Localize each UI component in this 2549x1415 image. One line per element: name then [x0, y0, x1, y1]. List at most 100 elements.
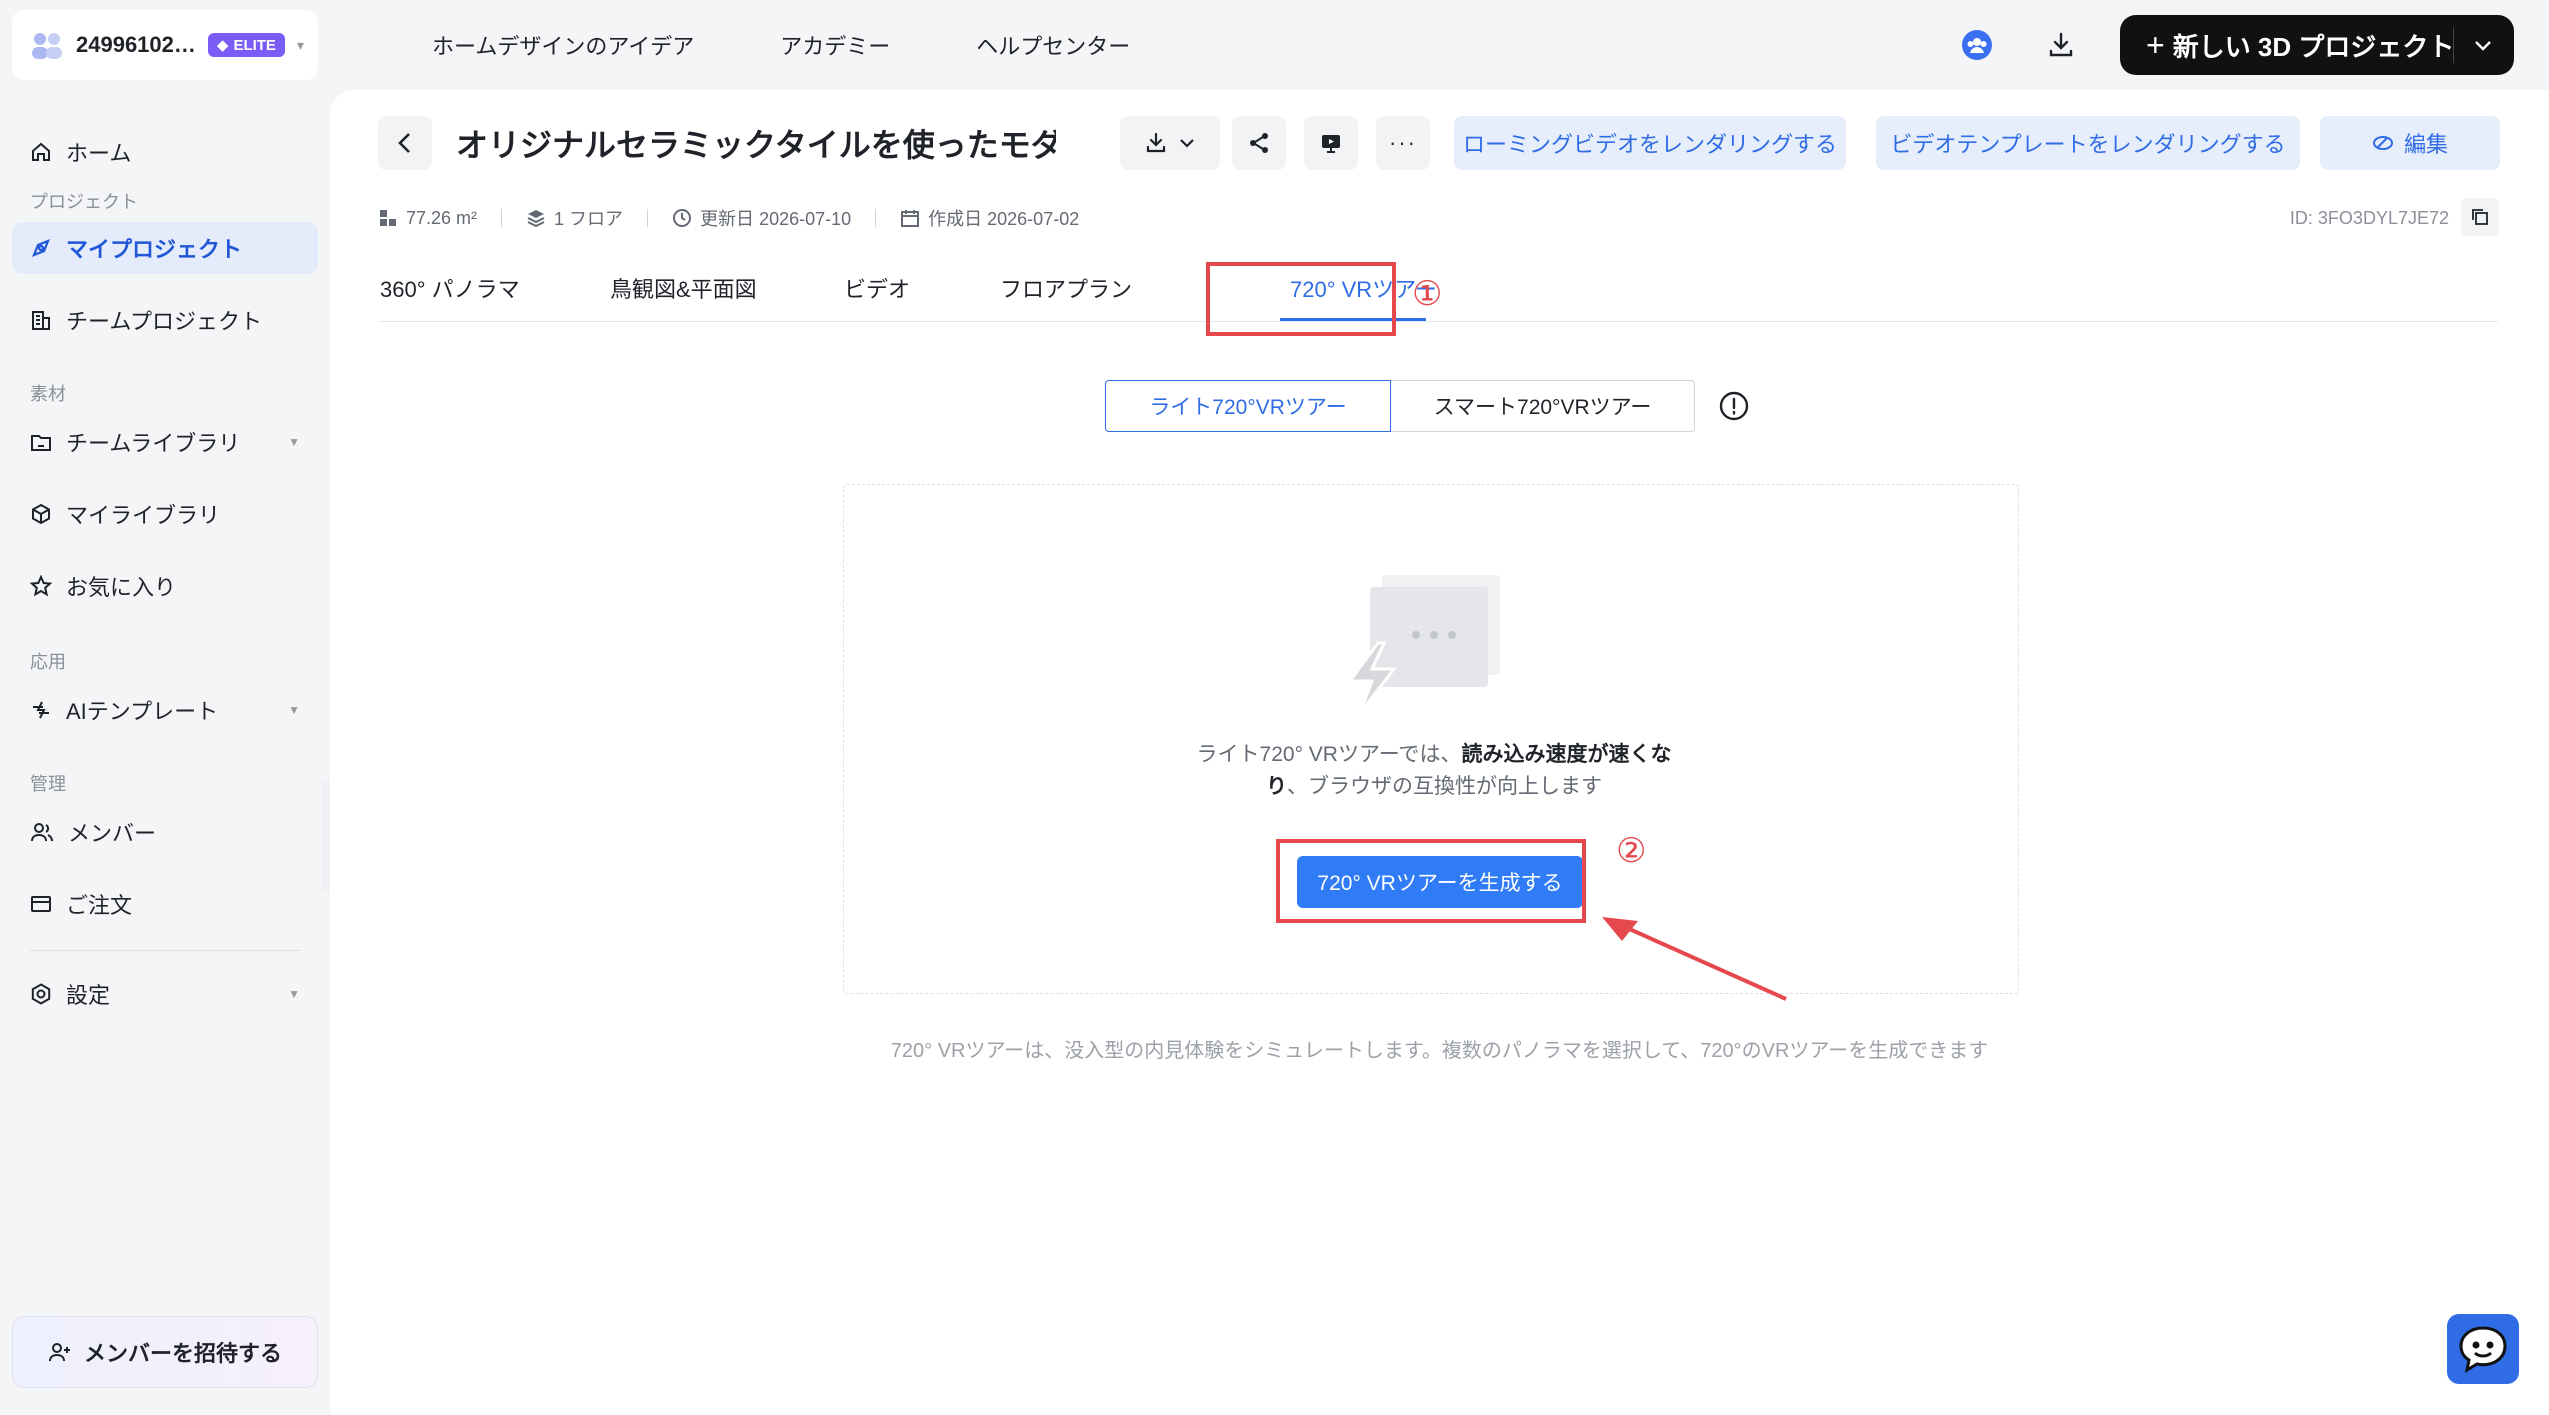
annotation-arrow — [1602, 917, 1787, 1001]
section-label-materials: 素材 — [30, 384, 66, 404]
sidebar-item-favorites[interactable]: お気に入り — [12, 560, 318, 612]
support-chat-button[interactable] — [2447, 1314, 2519, 1384]
empty-text-prefix: ライト720° VRツアーでは、 — [1196, 743, 1462, 766]
ellipsis-icon: ··· — [1389, 130, 1417, 155]
empty-illustration-icon — [1347, 575, 1500, 714]
copy-icon — [2472, 209, 2488, 225]
tab-floorplan[interactable]: フロアプラン — [1000, 272, 1132, 304]
sidebar-item-my-projects[interactable]: マイプロジェクト — [12, 222, 318, 274]
team-name: 24996102… — [76, 32, 196, 57]
sidebar: ホーム プロジェクト マイプロジェクト チームプロジェクト 素材 チームライブラ… — [0, 90, 330, 1415]
present-button[interactable] — [1304, 116, 1358, 170]
sidebar-item-label: チームプロジェクト — [66, 309, 263, 334]
project-title: オリジナルセラミックタイルを使ったモダ… — [456, 127, 1056, 163]
empty-text-suffix: 、ブラウザの互換性が向上します — [1287, 775, 1602, 798]
empty-description: ライト720° VRツアーでは、読み込み速度が速くなり、ブラウザの互換性が向上し… — [1184, 739, 1684, 803]
card-icon — [31, 896, 51, 912]
meta-separator — [875, 209, 877, 227]
sidebar-item-team-projects[interactable]: チームプロジェクト — [12, 294, 318, 346]
layers-icon — [527, 210, 545, 228]
sidebar-item-settings[interactable]: 設定 ▼ — [12, 968, 318, 1020]
edit-icon — [2372, 136, 2393, 150]
sidebar-item-label: マイプロジェクト — [66, 237, 243, 262]
tab-360-panorama[interactable]: 360° パノラマ — [380, 272, 520, 304]
community-icon[interactable] — [1957, 25, 1997, 65]
floors-value: 1 フロア — [554, 209, 624, 229]
sidebar-item-label: お気に入り — [66, 575, 177, 600]
star-icon — [30, 575, 52, 597]
elite-badge: ◆ ELITE — [207, 33, 285, 57]
vr-tour-footnote: 720° VRツアーは、没入型の内見体験をシミュレートします。複数のパノラマを選… — [890, 1040, 1989, 1062]
annotation-number-1: ① — [1412, 275, 1443, 313]
render-video-template-button[interactable]: ビデオテンプレートをレンダリングする — [1876, 116, 2300, 170]
download-menu-button[interactable] — [1120, 116, 1220, 170]
info-icon[interactable] — [1718, 390, 1750, 422]
segment-lite-720[interactable]: ライト720°VRツアー — [1105, 380, 1391, 432]
caret-down-icon: ▼ — [288, 987, 300, 1001]
members-icon — [31, 823, 53, 842]
top-bar: 24996102… ◆ ELITE ▾ ホームデザインのアイデア アカデミー ヘ… — [0, 0, 2549, 90]
floors-meta: 1 フロア — [526, 205, 623, 231]
meta-separator — [501, 209, 503, 227]
team-switcher[interactable]: 24996102… ◆ ELITE ▾ — [12, 10, 318, 80]
tab-video[interactable]: ビデオ — [844, 272, 910, 304]
invite-members-button[interactable]: メンバーを招待する — [12, 1316, 318, 1388]
annotation-box-2 — [1276, 839, 1586, 923]
cube-icon — [32, 503, 50, 525]
clock-icon — [673, 209, 692, 227]
sidebar-item-team-library[interactable]: チームライブラリ ▼ — [12, 416, 318, 468]
project-meta: 77.26 m² 1 フロア 更新日 2026-07-10 作成日 2026-0… — [378, 200, 1079, 236]
nav-academy[interactable]: アカデミー — [780, 29, 890, 61]
updated-value: 更新日 2026-07-10 — [700, 209, 852, 229]
share-icon — [1250, 133, 1268, 153]
segment-smart-720[interactable]: スマート720°VRツアー — [1391, 380, 1695, 432]
chat-bubble-icon — [2459, 1326, 2507, 1373]
new-project-label: 新しい 3D プロジェクト — [2172, 31, 2455, 62]
area-meta: 77.26 m² — [378, 208, 477, 229]
gear-icon — [31, 983, 51, 1005]
render-roaming-video-button[interactable]: ローミングビデオをレンダリングする — [1454, 116, 1846, 170]
diamond-icon: ◆ — [216, 37, 229, 54]
nav-home-design-ideas[interactable]: ホームデザインのアイデア — [432, 29, 694, 61]
chevron-down-icon: ▾ — [296, 36, 304, 53]
sidebar-item-label: メンバー — [68, 821, 157, 846]
tab-aerial-floor[interactable]: 鳥観図&平面図 — [610, 272, 757, 304]
sidebar-item-ai-templates[interactable]: AIテンプレート ▼ — [12, 684, 318, 736]
edit-button[interactable]: 編集 — [2320, 116, 2500, 170]
created-meta: 作成日 2026-07-02 — [900, 205, 1079, 231]
section-label-project: プロジェクト — [30, 192, 138, 212]
top-nav: ホームデザインのアイデア アカデミー ヘルプセンター — [432, 0, 1130, 90]
presentation-icon — [1322, 135, 1340, 153]
calendar-icon — [901, 210, 920, 227]
back-button[interactable] — [378, 116, 432, 170]
main-panel: オリジナルセラミックタイルを使ったモダ… ··· ローミングビデオをレンダリング… — [330, 90, 2549, 1415]
sidebar-item-label: 設定 — [66, 983, 111, 1008]
download-icon — [1146, 132, 1166, 153]
caret-down-icon: ▼ — [288, 703, 300, 717]
more-button[interactable]: ··· — [1376, 116, 1430, 170]
plus-icon: + — [2146, 26, 2165, 63]
nav-help-center[interactable]: ヘルプセンター — [976, 29, 1130, 61]
sidebar-item-orders[interactable]: ご注文 — [12, 878, 318, 930]
sidebar-item-home[interactable]: ホーム — [12, 126, 318, 178]
sidebar-item-members[interactable]: メンバー — [12, 806, 318, 858]
floorplan-icon — [380, 210, 396, 226]
chevron-down-icon[interactable] — [2472, 29, 2494, 68]
edit-label: 編集 — [2403, 132, 2448, 157]
sidebar-item-label: ご注文 — [66, 893, 133, 918]
section-label-apps: 応用 — [30, 652, 66, 672]
annotation-box-1 — [1206, 262, 1396, 336]
new-3d-project-button[interactable]: + 新しい 3D プロジェクト — [2120, 15, 2514, 75]
caret-down-icon: ▼ — [288, 435, 300, 449]
team-icon — [30, 27, 64, 63]
chevron-left-icon — [398, 133, 410, 153]
sidebar-item-my-library[interactable]: マイライブラリ — [12, 488, 318, 540]
add-user-icon — [48, 1343, 70, 1362]
download-icon[interactable] — [2041, 25, 2081, 65]
home-icon — [32, 142, 50, 161]
share-button[interactable] — [1232, 116, 1286, 170]
elite-label: ELITE — [233, 36, 276, 54]
created-value: 作成日 2026-07-02 — [928, 209, 1080, 229]
copy-id-button[interactable] — [2461, 198, 2499, 236]
meta-separator — [647, 209, 649, 227]
